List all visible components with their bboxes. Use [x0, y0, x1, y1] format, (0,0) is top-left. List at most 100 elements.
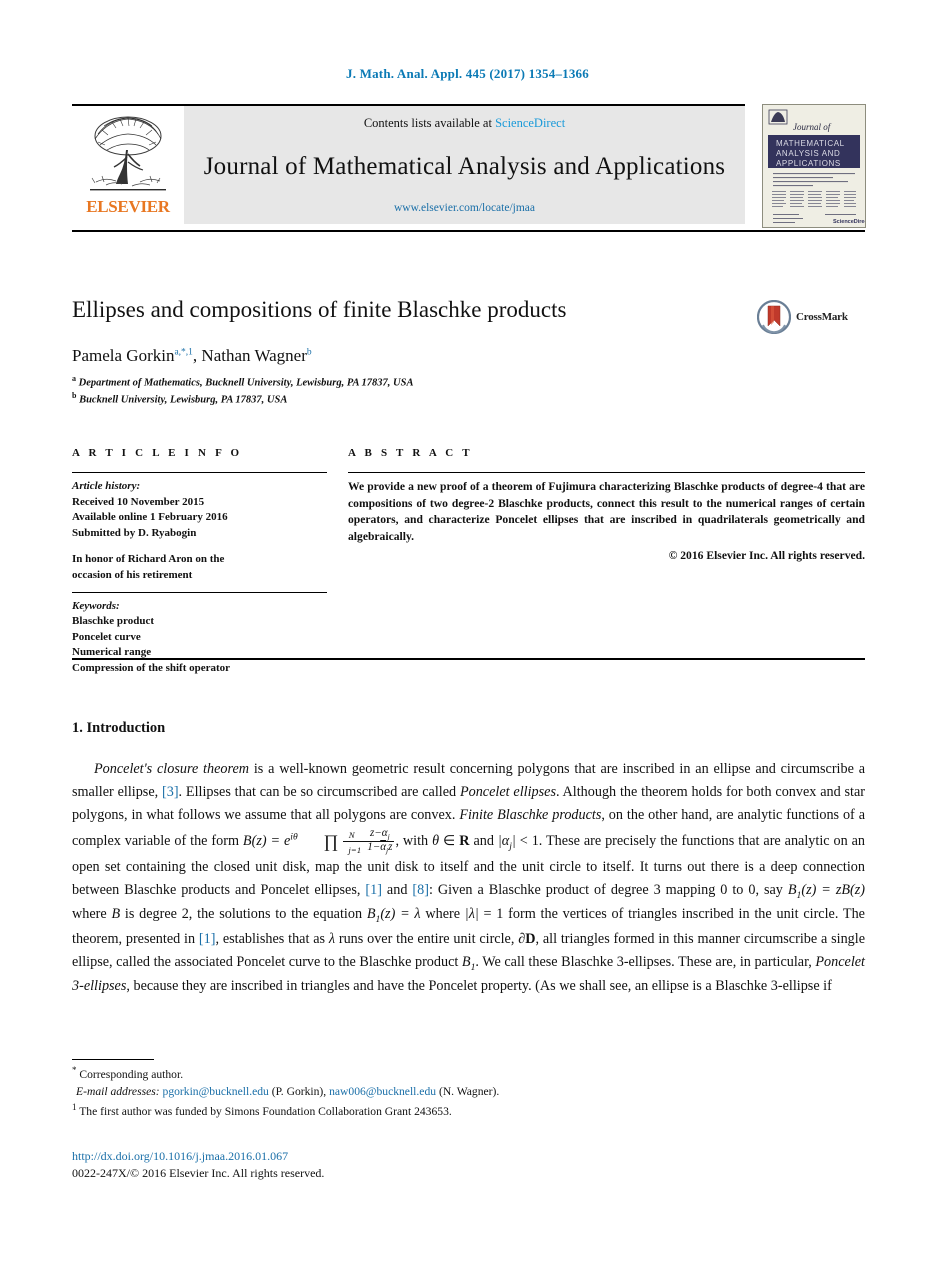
footnote-emails: E-mail addresses: pgorkin@bucknell.edu (…: [72, 1083, 865, 1100]
formula-b: B: [111, 906, 121, 923]
p1-v: , because they are inscribed in triangle…: [126, 978, 832, 995]
keyword-item: Compression of the shift operator: [72, 662, 231, 675]
available-online-date: Available online 1 February 2016: [72, 511, 228, 524]
email-link-wagner[interactable]: naw006@bucknell.edu: [329, 1085, 436, 1098]
article-info-column: A R T I C L E I N F O Article history: R…: [72, 447, 327, 677]
crossmark-icon: [757, 300, 791, 334]
received-date: Received 10 November 2015: [72, 495, 205, 508]
p1-r: runs over the entire unit circle,: [335, 930, 519, 947]
sciencedirect-link[interactable]: ScienceDirect: [495, 116, 565, 130]
footnote-corresponding-author: * Corresponding author.: [72, 1064, 865, 1083]
abstract-rule: [348, 472, 865, 473]
finite-blaschke-products-term: Finite Blaschke products: [459, 807, 602, 823]
footnote-rule: [72, 1059, 154, 1060]
svg-text:ANALYSIS AND: ANALYSIS AND: [776, 149, 840, 158]
p1-t: . We call these Blaschke 3-ellipses. The…: [475, 953, 816, 970]
svg-text:ScienceDirect: ScienceDirect: [833, 219, 865, 225]
affiliation-a-mark: a: [72, 374, 76, 383]
banner-center: Contents lists available at ScienceDirec…: [184, 106, 745, 224]
formula-blaschke-product: B(z) = eiθ ∏ j=1N z−αj 1−αjz: [242, 827, 395, 856]
article-history-label: Article history:: [72, 480, 141, 492]
running-head: J. Math. Anal. Appl. 445 (2017) 1354–136…: [346, 66, 589, 81]
article-history: Article history: Received 10 November 20…: [72, 479, 327, 584]
submitted-by: Submitted by D. Ryabogin: [72, 526, 197, 539]
email-link-gorkin[interactable]: pgorkin@bucknell.edu: [163, 1085, 269, 1098]
email-addresses-label: E-mail addresses:: [76, 1085, 160, 1099]
elsevier-wordmark: ELSEVIER: [86, 197, 170, 216]
citation-ref-1-second[interactable]: [1]: [199, 931, 216, 947]
abstract-heading: A B S T R A C T: [348, 447, 473, 459]
doi-link[interactable]: http://dx.doi.org/10.1016/j.jmaa.2016.01…: [72, 1148, 324, 1165]
author-2-marks[interactable]: b: [307, 347, 312, 357]
keywords-list: Keywords: Blaschke product Poncelet curv…: [72, 599, 327, 677]
crossmark-label: CrossMark: [796, 311, 848, 323]
svg-text:Journal of: Journal of: [793, 122, 832, 132]
citation-ref-8[interactable]: [8]: [412, 882, 429, 898]
formula-boundary-disk: ∂D: [518, 930, 536, 947]
keywords-block: Keywords: Blaschke product Poncelet curv…: [72, 591, 327, 677]
keywords-label: Keywords:: [72, 599, 120, 612]
journal-title: Journal of Mathematical Analysis and App…: [203, 152, 726, 180]
formula-b1-equals-zb: B1(z) = zB(z): [787, 881, 866, 901]
elsevier-tree-icon: [90, 116, 166, 191]
footnotes: * Corresponding author. E-mail addresses…: [72, 1064, 865, 1120]
contents-prefix: Contents lists available at: [363, 116, 496, 130]
p1-m: where: [72, 906, 112, 923]
citation-ref-1[interactable]: [1]: [365, 882, 382, 898]
page-footer: http://dx.doi.org/10.1016/j.jmaa.2016.01…: [72, 1148, 324, 1181]
abstract-text: We provide a new proof of a theorem of F…: [348, 480, 865, 544]
p1-i: and: [469, 832, 498, 849]
article-info-heading: A R T I C L E I N F O: [72, 447, 243, 459]
journal-banner: ELSEVIER Contents lists available at Sci…: [72, 104, 866, 232]
formula-alpha-abs: |αj| < 1: [497, 832, 539, 852]
history-spacer: [72, 541, 327, 552]
footnote-1-mark: 1: [72, 1101, 77, 1112]
corresponding-author-text: Corresponding author.: [79, 1067, 184, 1081]
journal-cover-thumbnail: Journal of MATHEMATICAL ANALYSIS AND APP…: [762, 104, 866, 228]
poncelet-ellipses-term: Poncelet ellipses: [459, 784, 556, 800]
abstract-column: A B S T R A C T We provide a new proof o…: [348, 447, 865, 562]
footnote-funding: 1 The first author was funded by Simons …: [72, 1101, 865, 1120]
footnote-star-mark: *: [72, 1065, 77, 1075]
p1-n: is degree 2, the solutions to the equati…: [120, 906, 367, 923]
dedication-line-1: In honor of Richard Aron on the: [72, 553, 225, 566]
affiliation-a-text: Department of Mathematics, Bucknell Univ…: [78, 377, 414, 389]
crossmark-badge[interactable]: CrossMark: [757, 300, 848, 334]
funding-text: The first author was funded by Simons Fo…: [79, 1104, 452, 1118]
keyword-item: Poncelet curve: [72, 630, 141, 643]
author-list: Pamela Gorkina,*,1, Nathan Wagnerb: [72, 346, 312, 365]
section-divider-rule: [72, 658, 865, 660]
affiliations: a Department of Mathematics, Bucknell Un…: [72, 374, 413, 407]
author-1-marks[interactable]: a,*,1: [174, 347, 192, 357]
keywords-rule: [72, 591, 327, 593]
keyword-item: Blaschke product: [72, 615, 155, 628]
p1-h: , with: [395, 832, 433, 849]
formula-b1-lambda: B1(z) = λ: [366, 906, 421, 926]
svg-text:APPLICATIONS: APPLICATIONS: [776, 159, 841, 168]
abstract-copyright: © 2016 Elsevier Inc. All rights reserved…: [668, 548, 865, 562]
svg-text:MATHEMATICAL: MATHEMATICAL: [776, 139, 845, 148]
paper-page: J. Math. Anal. Appl. 445 (2017) 1354–136…: [0, 0, 935, 1266]
citation-ref-3[interactable]: [3]: [162, 784, 179, 800]
formula-theta-in-r: θ ∈ R: [432, 832, 470, 849]
affiliation-b-mark: b: [72, 390, 77, 400]
p1-c: . Ellipses that can be so circumscribed …: [178, 784, 460, 800]
journal-url-link[interactable]: www.elsevier.com/locate/jmaa: [394, 202, 535, 214]
page-title: Ellipses and compositions of finite Blas…: [72, 297, 567, 322]
introduction-paragraph: Poncelet's closure theorem is a well-kno…: [72, 758, 865, 998]
formula-b1: B1: [461, 953, 476, 973]
formula-lambda-abs: |λ| = 1: [464, 906, 504, 923]
affiliation-b-text: Bucknell University, Lewisburg, PA 17837…: [79, 394, 288, 406]
p1-q: , establishes that as: [215, 930, 329, 947]
affiliation-b: b Bucknell University, Lewisburg, PA 178…: [72, 391, 413, 408]
email2-attribution: (N. Wagner).: [438, 1085, 500, 1099]
banner-bottom-rule: [72, 230, 865, 232]
contents-line: Contents lists available at ScienceDirec…: [364, 116, 565, 131]
affiliation-a: a Department of Mathematics, Bucknell Un…: [72, 374, 413, 391]
cover-artwork: Journal of MATHEMATICAL ANALYSIS AND APP…: [763, 105, 865, 227]
issn-copyright-line: 0022-247X/© 2016 Elsevier Inc. All right…: [72, 1165, 325, 1180]
poncelet-theorem-term: Poncelet's closure theorem: [94, 761, 250, 777]
article-info-rule: [72, 472, 327, 473]
email1-attribution: (P. Gorkin),: [271, 1085, 327, 1099]
section-title-introduction: 1. Introduction: [72, 720, 166, 736]
